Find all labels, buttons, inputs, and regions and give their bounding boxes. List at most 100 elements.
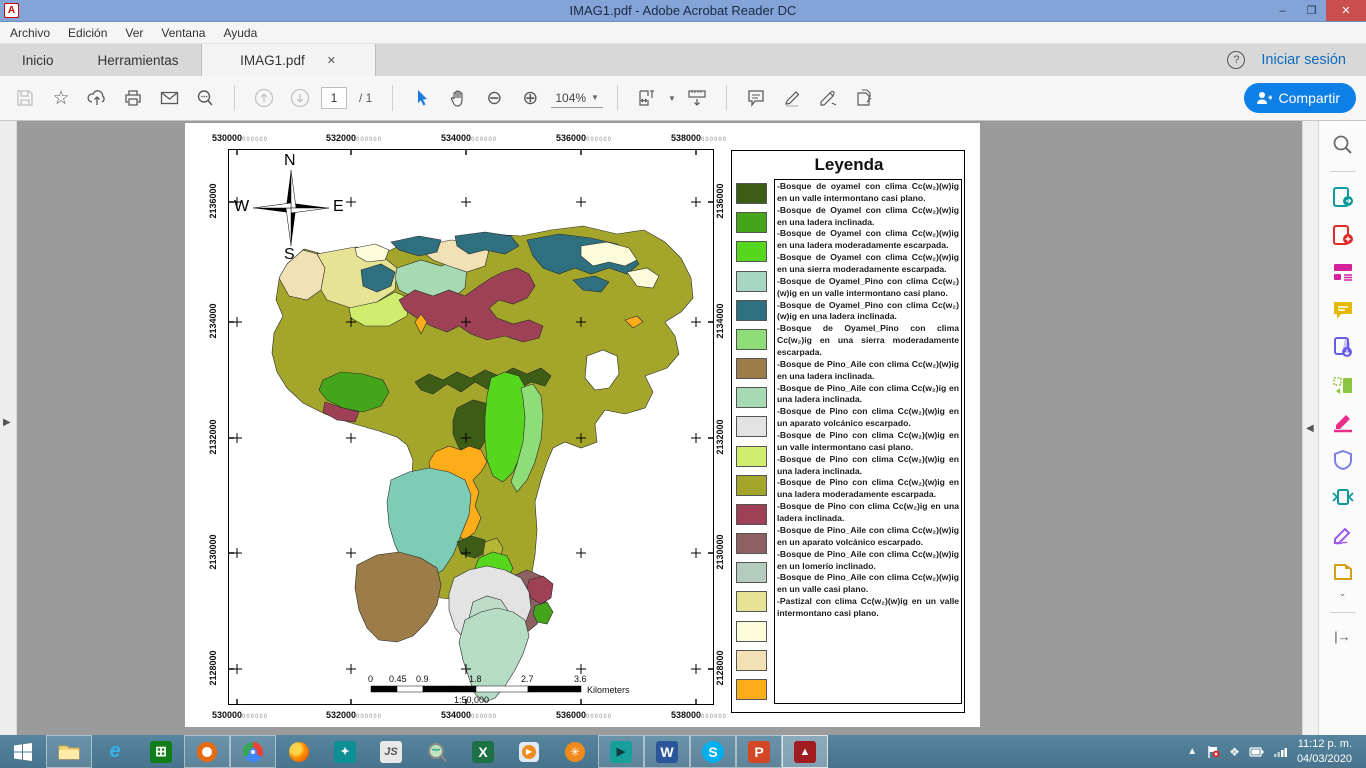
nav-pane-toggle-icon[interactable]: ▶ [3,417,11,428]
tray-network-icon[interactable] [1273,746,1288,758]
sign-in-link[interactable]: Iniciar sesión [1261,52,1346,68]
page-number-input[interactable]: 1 [321,87,347,109]
fit-width-icon[interactable] [632,83,662,113]
nav-pane-strip: ▶ [0,121,17,735]
menu-archivo[interactable]: Archivo [10,26,50,40]
taskbar-chrome-icon[interactable] [230,735,276,768]
tray-show-hidden-icon[interactable]: ▲ [1187,746,1197,757]
create-pdf-icon[interactable] [1331,223,1355,247]
legend-item-text: -Bosque de Pino con clima Cc(w₂)(w)ig en… [777,454,959,478]
taskbar-clock[interactable]: 11:12 p. m. 04/03/2020 [1297,737,1358,766]
legend-item-text: -Bosque de Oyamel con clima Cc(w₂)(w)ig … [777,252,959,276]
menu-ayuda[interactable]: Ayuda [223,26,257,40]
print-icon[interactable] [118,83,148,113]
legend-item-text: -Bosque de Oyamel_Pino con clima Cc(w₂)i… [777,323,959,359]
fit-width-caret-icon[interactable]: ▼ [668,94,676,103]
document-area[interactable]: 530000000000 532000000000 534000000000 5… [17,121,1302,735]
taskbar-internet-explorer-icon[interactable]: e [92,735,138,768]
menu-ventana[interactable]: Ventana [161,26,205,40]
y-axis-label: 2130000 [715,529,725,575]
scale-tick: 0.45 [389,674,407,684]
help-icon[interactable]: ? [1227,51,1245,69]
legend-item-text: -Bosque de Pino_Aile con clima Cc(w₂)(w)… [777,572,959,596]
taskbar-video-editor-icon[interactable]: ▶ [598,735,644,768]
legend-swatch [736,300,767,321]
fill-sign-tool-icon[interactable] [813,83,843,113]
next-page-icon[interactable] [285,83,315,113]
search-tools-icon[interactable] [1331,133,1355,157]
minimize-button[interactable]: – [1268,0,1297,21]
redact-marker-icon[interactable] [1331,410,1355,434]
window-title: IMAG1.pdf - Adobe Acrobat Reader DC [0,3,1366,18]
taskbar-firefox-icon[interactable] [276,735,322,768]
zoom-out-icon[interactable]: ⊖ [479,83,509,113]
share-button[interactable]: Compartir [1244,83,1356,113]
legend-swatch [736,562,767,583]
save-icon[interactable] [10,83,40,113]
zoom-in-icon[interactable]: ⊕ [515,83,545,113]
hand-tool-icon[interactable] [443,83,473,113]
highlighter-tool-icon[interactable] [777,83,807,113]
tray-app-icon[interactable]: ❖ [1229,745,1240,759]
taskbar-map-search-app-icon[interactable] [414,735,460,768]
fill-sign-icon[interactable] [1331,523,1355,547]
taskbar-teal-app-icon[interactable]: ✦ [322,735,368,768]
clock-time: 11:12 p. m. [1297,737,1352,751]
export-pdf-icon[interactable] [1331,185,1355,209]
start-button[interactable] [0,735,46,768]
organize-pages-icon[interactable] [1331,373,1355,397]
cloud-upload-icon[interactable] [82,83,112,113]
select-tool-icon[interactable] [407,83,437,113]
taskbar-store-icon[interactable]: ⊞ [138,735,184,768]
edit-pdf-icon[interactable] [1331,260,1355,284]
taskbar-gear-app-icon[interactable]: ✳ [552,735,598,768]
maximize-button[interactable]: ❐ [1297,0,1326,21]
compass-n: N [284,152,296,170]
sidebar-scroll-chevron-icon[interactable]: ⌄ [1339,588,1347,599]
tools-pane-strip: ◀ [1302,121,1318,735]
tools-pane-collapse-icon[interactable]: ◀ [1306,423,1314,434]
previous-page-icon[interactable] [249,83,279,113]
menu-edicion[interactable]: Edición [68,26,107,40]
y-axis-label: 2136000 [208,178,218,224]
legend-swatch [736,591,767,612]
scale-bar [371,686,581,692]
tab-herramientas[interactable]: Herramientas [76,44,201,76]
tray-battery-icon[interactable] [1249,746,1264,758]
taskbar-media-player-icon[interactable]: ▶ [506,735,552,768]
taskbar-word-icon[interactable]: W [644,735,690,768]
taskbar-skype-icon[interactable]: S [690,735,736,768]
legend-swatch [736,504,767,525]
open-tools-pane-icon[interactable]: |→ [1334,629,1350,644]
search-icon[interactable] [190,83,220,113]
tray-flag-icon[interactable] [1206,745,1220,759]
tab-close-icon[interactable]: ✕ [327,54,336,67]
taskbar-privacy-browser-icon[interactable] [184,735,230,768]
taskbar-js-pen-app-icon[interactable]: JS [368,735,414,768]
tab-document[interactable]: IMAG1.pdf ✕ [201,44,376,76]
protect-shield-icon[interactable] [1331,448,1355,472]
send-sign-tool-icon[interactable] [849,83,879,113]
y-axis-label: 2134000 [208,298,218,344]
comment-tool-icon[interactable] [741,83,771,113]
taskbar-file-explorer-icon[interactable] [46,735,92,768]
measure-tool-icon[interactable] [682,83,712,113]
more-tools-icon[interactable] [1331,560,1355,584]
close-button[interactable]: ✕ [1326,0,1366,21]
scale-ratio: 1:50,000 [454,695,489,705]
x-axis-label: 536000000000 [556,133,612,143]
star-icon[interactable]: ☆ [46,83,76,113]
comment-icon[interactable] [1331,298,1355,322]
legend-item-text: -Bosque de Pino_Aile con clima Cc(w₂)(w)… [777,525,959,549]
tab-inicio[interactable]: Inicio [0,44,76,76]
taskbar-excel-icon[interactable]: X [460,735,506,768]
email-icon[interactable] [154,83,184,113]
taskbar-powerpoint-icon[interactable]: P [736,735,782,768]
y-axis-label: 2132000 [715,414,725,460]
taskbar-acrobat-icon[interactable]: ▲ [782,735,828,768]
combine-files-icon[interactable] [1331,335,1355,359]
compress-pdf-icon[interactable] [1331,485,1355,509]
zoom-level-dropdown[interactable]: 104% ▼ [551,89,603,108]
menu-ver[interactable]: Ver [125,26,143,40]
legend-swatch [736,241,767,262]
